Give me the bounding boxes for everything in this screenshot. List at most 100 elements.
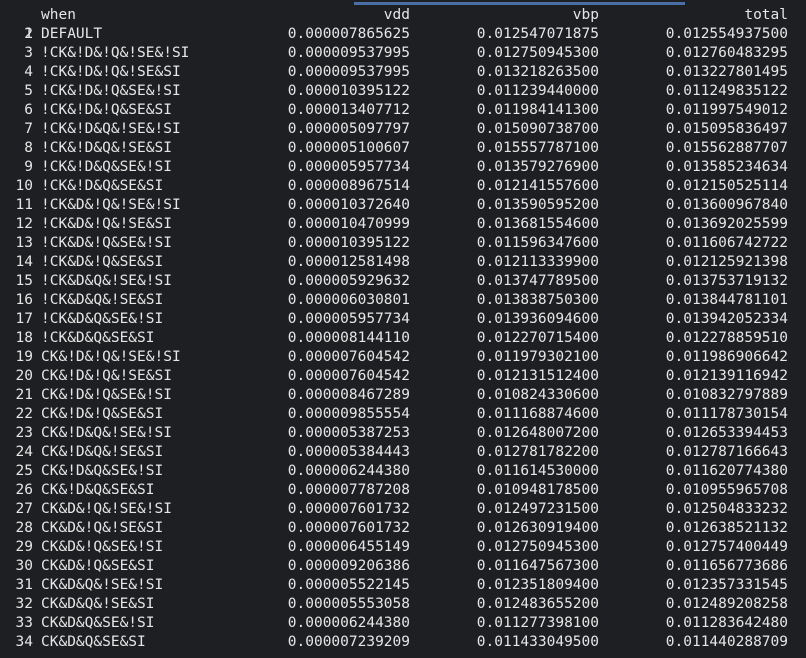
cell-total: 0.012787166643 xyxy=(665,444,788,460)
cell-total: 0.011178730154 xyxy=(665,406,788,422)
table-row: 19 CK&!D&!Q&!SE&!SI 0.000007604542 0.011979… xyxy=(0,348,806,367)
table-row: 32 CK&D&Q&!SE&SI 0.000005553058 0.012483655… xyxy=(0,595,806,614)
cell-when: !CK&D&!Q&SE&SI xyxy=(41,254,164,270)
line-number: 18 xyxy=(15,330,33,346)
header-vbp: vbp xyxy=(572,7,599,23)
table-row: 11 !CK&D&!Q&!SE&!SI 0.000010372640 0.013590… xyxy=(0,196,806,215)
table-row: 12 !CK&D&!Q&!SE&SI 0.000010470999 0.0136815… xyxy=(0,215,806,234)
cell-vdd: 0.000010395122 xyxy=(287,235,410,251)
cell-total: 0.012357331545 xyxy=(665,577,788,593)
line-number: 15 xyxy=(15,273,33,289)
line-number: 23 xyxy=(15,425,33,441)
cell-when: CK&D&Q&!SE&!SI xyxy=(41,577,164,593)
line-number: 6 xyxy=(24,102,33,118)
line-number: 8 xyxy=(24,140,33,156)
cell-when: !CK&!D&Q&SE&SI xyxy=(41,178,164,194)
line-number: 24 xyxy=(15,444,33,460)
cell-when: CK&!D&!Q&SE&!SI xyxy=(41,387,172,403)
line-number: 29 xyxy=(15,539,33,555)
cell-when: CK&D&!Q&SE&!SI xyxy=(41,539,164,555)
table-row: 10 !CK&!D&Q&SE&SI 0.000008967514 0.01214155… xyxy=(0,177,806,196)
cell-total: 0.015562887707 xyxy=(665,140,788,156)
cell-vbp: 0.011596347600 xyxy=(476,235,599,251)
table-row: 16 !CK&D&Q&!SE&SI 0.000006030801 0.01383875… xyxy=(0,291,806,310)
cell-vdd: 0.000007787208 xyxy=(287,482,410,498)
table-row: 6 !CK&!D&!Q&SE&SI 0.000013407712 0.01198414… xyxy=(0,101,806,120)
table-row: 26 CK&!D&Q&SE&SI 0.000007787208 0.010948178… xyxy=(0,481,806,500)
cell-vdd: 0.000007604542 xyxy=(287,368,410,384)
cell-vdd: 0.000005100607 xyxy=(287,140,410,156)
empty-line: 35 xyxy=(0,652,806,658)
table-row: 14 !CK&D&!Q&SE&SI 0.000012581498 0.01211333… xyxy=(0,253,806,272)
scroll-indicator[interactable] xyxy=(354,2,685,5)
cell-vbp: 0.012141557600 xyxy=(476,178,599,194)
cell-vbp: 0.013218263500 xyxy=(476,64,599,80)
cell-when: !CK&!D&!Q&SE&!SI xyxy=(41,83,181,99)
cell-total: 0.013692025599 xyxy=(665,216,788,232)
table-row: 5 !CK&!D&!Q&SE&!SI 0.000010395122 0.0112394… xyxy=(0,82,806,101)
cell-total: 0.011997549012 xyxy=(665,102,788,118)
cell-total: 0.012150525114 xyxy=(665,178,788,194)
cell-vdd: 0.000009855554 xyxy=(287,406,410,422)
cell-vdd: 0.000006244380 xyxy=(287,615,410,631)
cell-vdd: 0.000007604542 xyxy=(287,349,410,365)
cell-when: CK&!D&!Q&SE&SI xyxy=(41,406,164,422)
line-number: 30 xyxy=(15,558,33,574)
table-row: 15 !CK&D&Q&!SE&!SI 0.000005929632 0.0137477… xyxy=(0,272,806,291)
cell-when: !CK&D&!Q&!SE&SI xyxy=(41,216,172,232)
table-row: 3 !CK&!D&!Q&!SE&!SI 0.000009537995 0.012750… xyxy=(0,44,806,63)
cell-total: 0.011620774380 xyxy=(665,463,788,479)
cell-vbp: 0.010948178500 xyxy=(476,482,599,498)
cell-vdd: 0.000009206386 xyxy=(287,558,410,574)
cell-total: 0.013227801495 xyxy=(665,64,788,80)
cell-when: !CK&D&!Q&!SE&!SI xyxy=(41,197,181,213)
cell-vbp: 0.012113339900 xyxy=(476,254,599,270)
cell-vbp: 0.012630919400 xyxy=(476,520,599,536)
line-number: 33 xyxy=(15,615,33,631)
cell-vbp: 0.015557787100 xyxy=(476,140,599,156)
cell-when: !CK&!D&Q&SE&!SI xyxy=(41,159,172,175)
line-number: 10 xyxy=(15,178,33,194)
cell-when: !CK&D&!Q&SE&!SI xyxy=(41,235,172,251)
data-rows: 2 DEFAULT 0.000007865625 0.012547071875 0.01… xyxy=(0,25,806,652)
line-number: 17 xyxy=(15,311,33,327)
cell-when: CK&!D&!Q&!SE&SI xyxy=(41,368,172,384)
cell-total: 0.013600967840 xyxy=(665,197,788,213)
cell-when: CK&D&Q&!SE&SI xyxy=(41,596,155,612)
cell-vbp: 0.011979302100 xyxy=(476,349,599,365)
cell-when: CK&D&Q&SE&SI xyxy=(41,634,146,650)
cell-vbp: 0.012497231500 xyxy=(476,501,599,517)
table-row: 28 CK&D&!Q&!SE&SI 0.000007601732 0.01263091… xyxy=(0,519,806,538)
cell-when: !CK&!D&!Q&!SE&SI xyxy=(41,64,181,80)
csv-editor[interactable]: 1 when vdd vbp total 2 DEFAULT 0.000007865… xyxy=(0,6,806,658)
line-number: 31 xyxy=(15,577,33,593)
line-number: 22 xyxy=(15,406,33,422)
cell-vbp: 0.012547071875 xyxy=(476,26,599,42)
table-row: 4 !CK&!D&!Q&!SE&SI 0.000009537995 0.0132182… xyxy=(0,63,806,82)
cell-when: CK&D&!Q&!SE&SI xyxy=(41,520,164,536)
line-number: 4 xyxy=(24,64,33,80)
table-row: 18 !CK&D&Q&SE&SI 0.000008144110 0.012270715… xyxy=(0,329,806,348)
cell-vdd: 0.000012581498 xyxy=(287,254,410,270)
cell-total: 0.011283642480 xyxy=(665,615,788,631)
cell-vdd: 0.000009537995 xyxy=(287,45,410,61)
cell-total: 0.011656773686 xyxy=(665,558,788,574)
cell-vdd: 0.000006030801 xyxy=(287,292,410,308)
cell-when: !CK&!D&!Q&!SE&!SI xyxy=(41,45,190,61)
header-row: 1 when vdd vbp total xyxy=(0,6,806,42)
cell-vbp: 0.012648007200 xyxy=(476,425,599,441)
cell-total: 0.012489208258 xyxy=(665,596,788,612)
cell-vbp: 0.013590595200 xyxy=(476,197,599,213)
cell-vdd: 0.000006455149 xyxy=(287,539,410,555)
table-row: 8 !CK&!D&Q&!SE&SI 0.000005100607 0.01555778… xyxy=(0,139,806,158)
cell-vdd: 0.000007601732 xyxy=(287,501,410,517)
cell-when: CK&!D&!Q&!SE&!SI xyxy=(41,349,181,365)
table-row: 29 CK&D&!Q&SE&!SI 0.000006455149 0.01275094… xyxy=(0,538,806,557)
header-when: when xyxy=(41,7,76,23)
cell-total: 0.012554937500 xyxy=(665,26,788,42)
line-number: 7 xyxy=(24,121,33,137)
cell-when: !CK&D&Q&SE&SI xyxy=(41,330,155,346)
cell-vdd: 0.000010470999 xyxy=(287,216,410,232)
cell-vbp: 0.015090738700 xyxy=(476,121,599,137)
cell-vbp: 0.011984141300 xyxy=(476,102,599,118)
